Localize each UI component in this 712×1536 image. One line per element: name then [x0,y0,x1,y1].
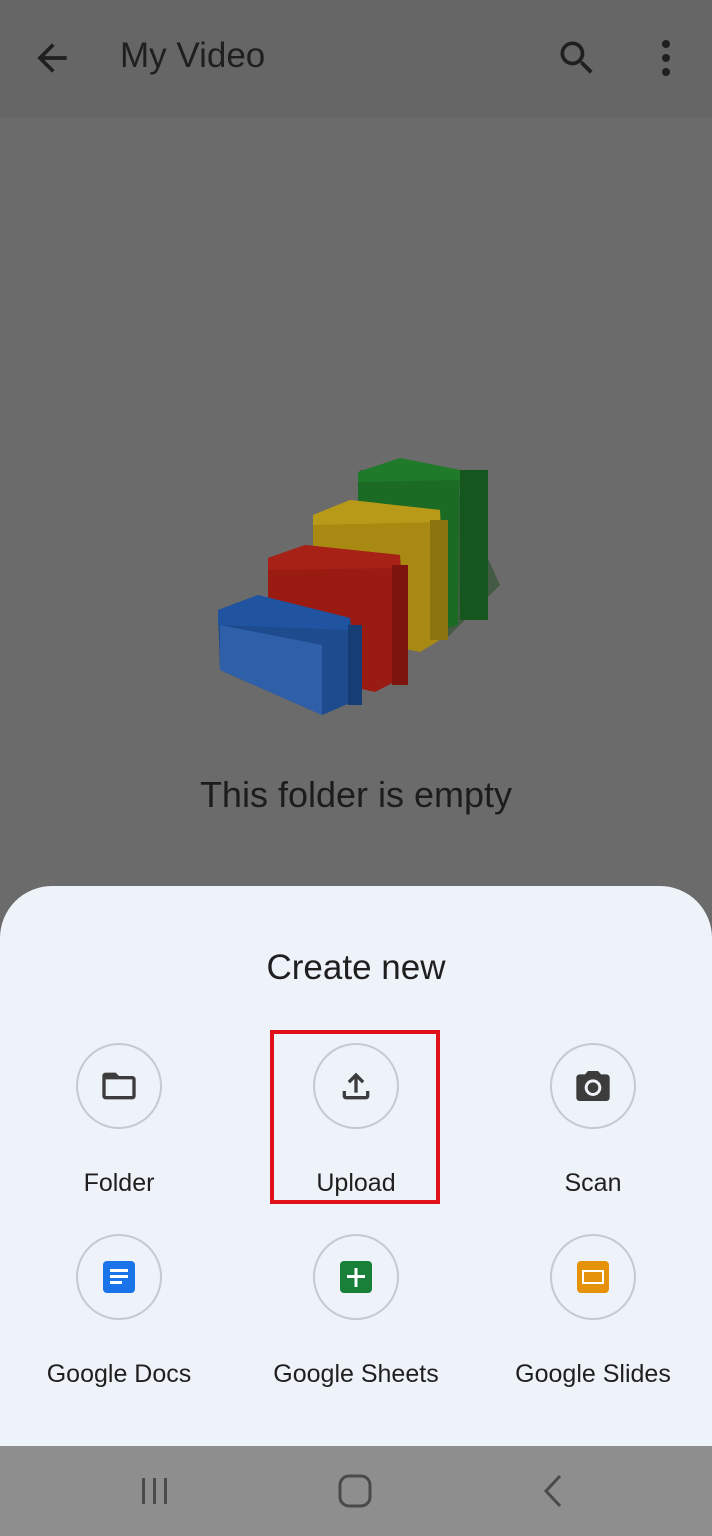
more-options-icon[interactable] [648,36,684,80]
folder-icon[interactable] [76,1043,162,1129]
search-icon[interactable] [555,36,599,80]
empty-folder-message: This folder is empty [199,774,513,815]
system-back-icon[interactable] [530,1468,580,1514]
page-title: My Video [120,36,266,75]
google-sheets-option[interactable]: Google Sheets [246,1234,466,1389]
google-slides-icon[interactable] [550,1234,636,1320]
google-docs-option[interactable]: Google Docs [9,1234,229,1389]
google-sheets-icon[interactable] [313,1234,399,1320]
scan-label: Scan [564,1169,622,1197]
top-app-bar: My Video [0,0,712,118]
google-slides-label: Google Slides [515,1360,671,1388]
recent-apps-icon[interactable] [130,1468,180,1514]
google-docs-label: Google Docs [46,1360,192,1388]
upload-highlight-box [270,1030,440,1204]
scan-option[interactable]: Scan [483,1043,703,1198]
google-slides-option[interactable]: Google Slides [483,1234,703,1389]
back-arrow-icon[interactable] [30,36,74,80]
create-folder-option[interactable]: Folder [9,1043,229,1198]
system-navigation-bar [0,1446,712,1536]
camera-icon[interactable] [550,1043,636,1129]
google-docs-icon[interactable] [76,1234,162,1320]
home-icon[interactable] [330,1468,380,1514]
sheet-title: Create new [266,948,446,987]
google-sheets-label: Google Sheets [273,1360,439,1388]
folder-label: Folder [83,1169,155,1197]
empty-folder-illustration [210,330,510,720]
